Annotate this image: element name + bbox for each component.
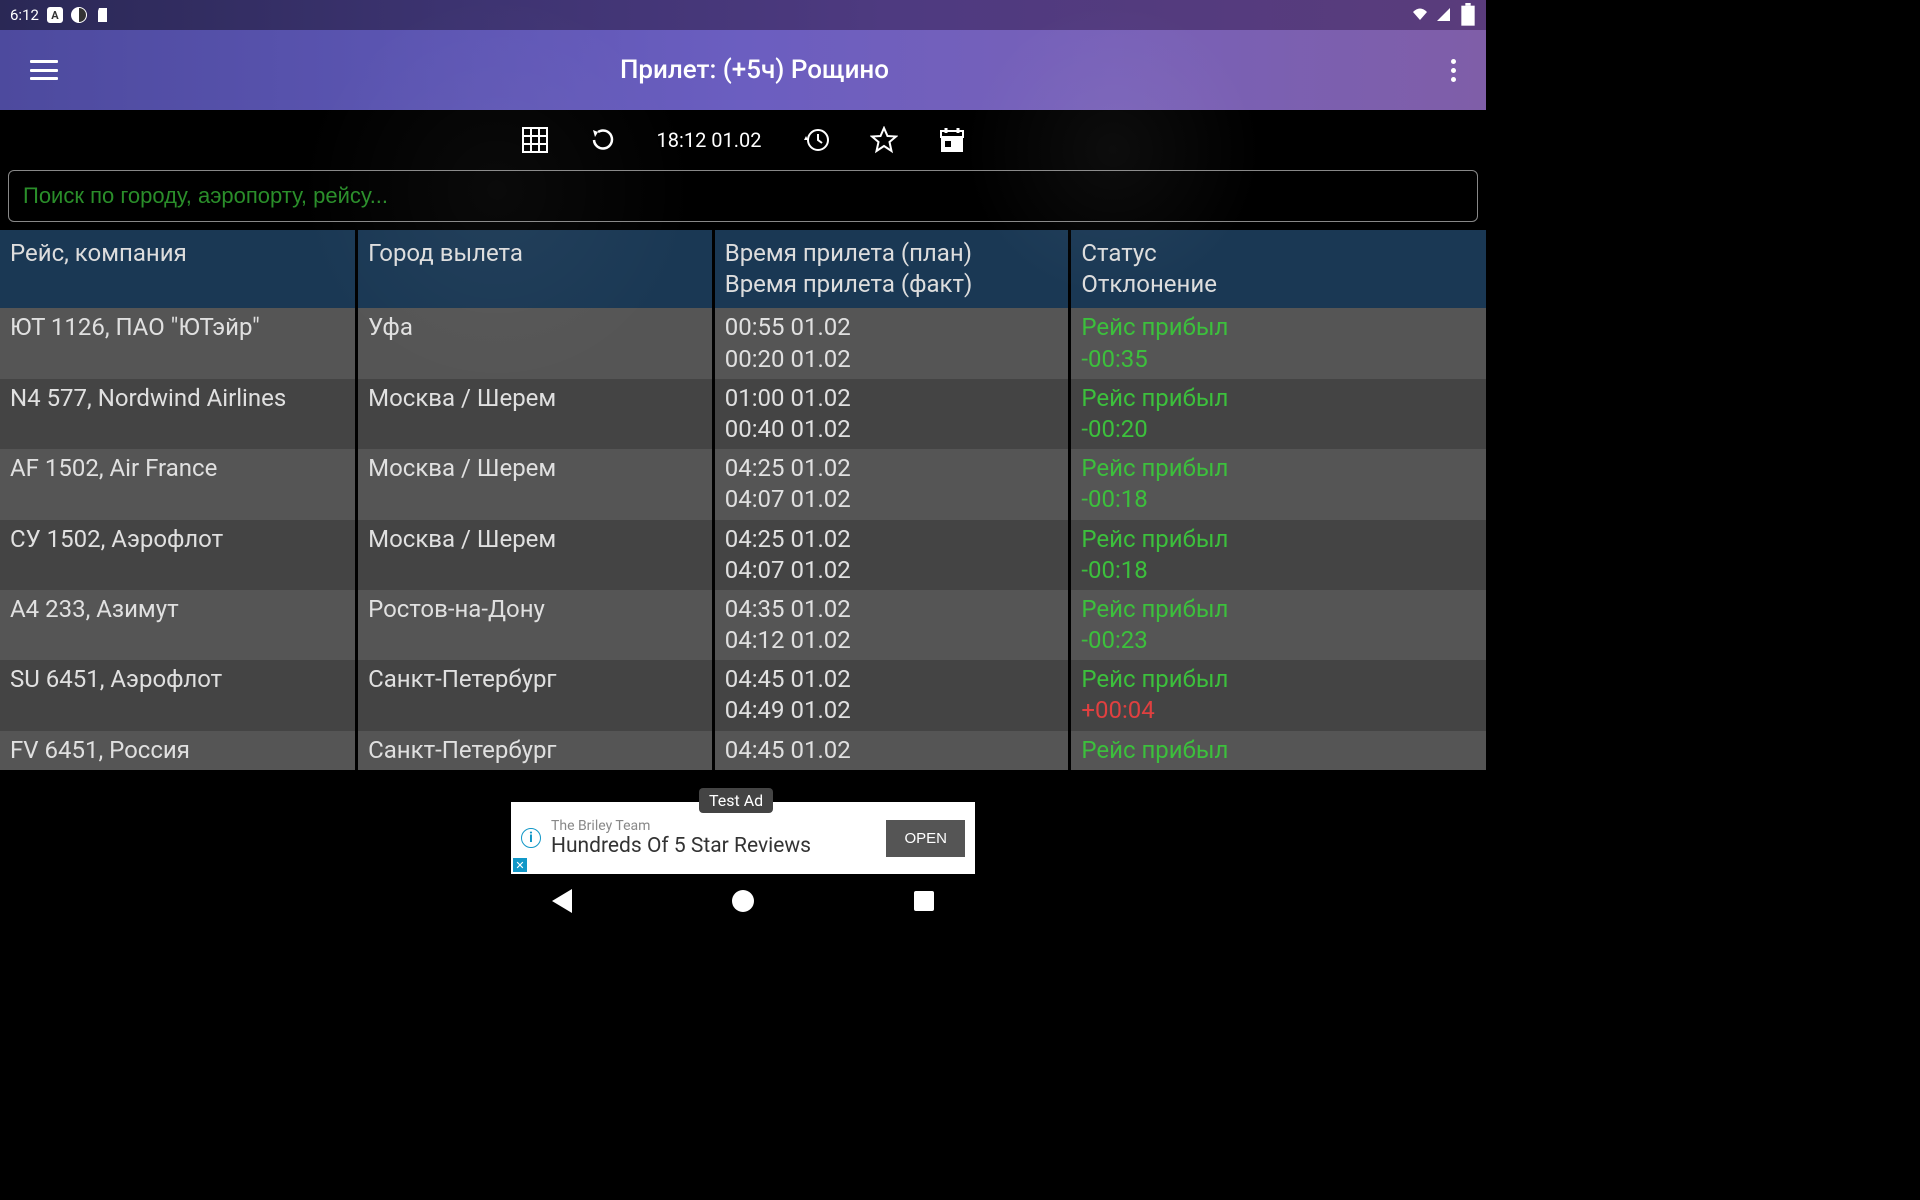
table-row[interactable]: FV 6451, РоссияСанкт-Петербург04:45 01.0… [0,731,1486,770]
ad-text: The Briley Team Hundreds Of 5 Star Revie… [551,818,876,858]
cell-city: Санкт-Петербург [357,660,714,730]
menu-button[interactable] [30,60,58,80]
battery-icon [1460,7,1476,23]
cell-time: 00:55 01.0200:20 01.02 [713,308,1070,378]
table-row[interactable]: ЮТ 1126, ПАО "ЮТэйр"Уфа00:55 01.0200:20 … [0,308,1486,378]
cell-flight: А4 233, Азимут [0,590,357,660]
cell-city: Ростов-на-Дону [357,590,714,660]
cell-flight: N4 577, Nordwind Airlines [0,379,357,449]
cell-flight: ЮТ 1126, ПАО "ЮТэйр" [0,308,357,378]
cell-status: Рейс прибыл-00:23 [1070,590,1486,660]
app-notify-icon [71,7,87,23]
cell-status: Рейс прибыл [1070,731,1486,770]
flights-table: Рейс, компания Город вылета Время прилет… [0,230,1486,770]
ad-close-icon[interactable]: ✕ [513,858,527,872]
sd-card-icon [95,7,111,23]
wifi-icon [1412,7,1428,23]
cell-status: Рейс прибыл-00:18 [1070,520,1486,590]
table-row[interactable]: СУ 1502, АэрофлотМосква / Шерем04:25 01.… [0,520,1486,590]
toolbar: 18:12 01.02 [0,110,1486,170]
table-row[interactable]: AF 1502, Air FranceМосква / Шерем04:25 0… [0,449,1486,519]
app-bar: Прилет: (+5ч) Рощино [0,30,1486,110]
star-icon[interactable] [870,126,898,154]
cell-time: 04:45 01.0204:49 01.02 [713,660,1070,730]
language-icon: A [47,7,63,23]
history-icon[interactable] [802,126,830,154]
status-time: 6:12 [10,6,39,24]
table-row[interactable]: SU 6451, АэрофлотСанкт-Петербург04:45 01… [0,660,1486,730]
calendar-icon[interactable] [938,126,966,154]
table-row[interactable]: А4 233, АзимутРостов-на-Дону04:35 01.020… [0,590,1486,660]
ad-info-icon[interactable]: i [521,828,541,848]
cell-city: Москва / Шерем [357,379,714,449]
table-header-row: Рейс, компания Город вылета Время прилет… [0,230,1486,308]
status-bar: 6:12 A [0,0,1486,30]
cell-city: Москва / Шерем [357,449,714,519]
nav-back-button[interactable] [552,889,572,913]
nav-recent-button[interactable] [914,891,934,911]
cell-flight: СУ 1502, Аэрофлот [0,520,357,590]
cell-time: 01:00 01.0200:40 01.02 [713,379,1070,449]
cell-status: Рейс прибыл-00:35 [1070,308,1486,378]
ad-open-button[interactable]: OPEN [886,820,965,857]
cell-city: Санкт-Петербург [357,731,714,770]
cell-city: Москва / Шерем [357,520,714,590]
search-wrapper [0,170,1486,230]
ad-headline: Hundreds Of 5 Star Reviews [551,834,876,858]
svg-text:A: A [51,9,59,22]
cell-time: 04:25 01.0204:07 01.02 [713,520,1070,590]
ad-advertiser: The Briley Team [551,818,876,834]
cell-flight: AF 1502, Air France [0,449,357,519]
table-row[interactable]: N4 577, Nordwind AirlinesМосква / Шерем0… [0,379,1486,449]
cell-time: 04:25 01.0204:07 01.02 [713,449,1070,519]
cell-status: Рейс прибыл+00:04 [1070,660,1486,730]
android-nav-bar [0,874,1486,928]
cell-time: 04:45 01.02 [713,731,1070,770]
ad-banner[interactable]: Test Ad i ✕ The Briley Team Hundreds Of … [511,802,975,874]
cell-flight: FV 6451, Россия [0,731,357,770]
cell-status: Рейс прибыл-00:18 [1070,449,1486,519]
cell-flight: SU 6451, Аэрофлот [0,660,357,730]
cell-time: 04:35 01.0204:12 01.02 [713,590,1070,660]
cell-status: Рейс прибыл-00:20 [1070,379,1486,449]
app-title: Прилет: (+5ч) Рощино [620,55,889,85]
nav-home-button[interactable] [732,890,754,912]
overflow-menu-button[interactable] [1451,59,1456,82]
signal-icon [1436,7,1452,23]
ad-badge: Test Ad [699,788,773,813]
